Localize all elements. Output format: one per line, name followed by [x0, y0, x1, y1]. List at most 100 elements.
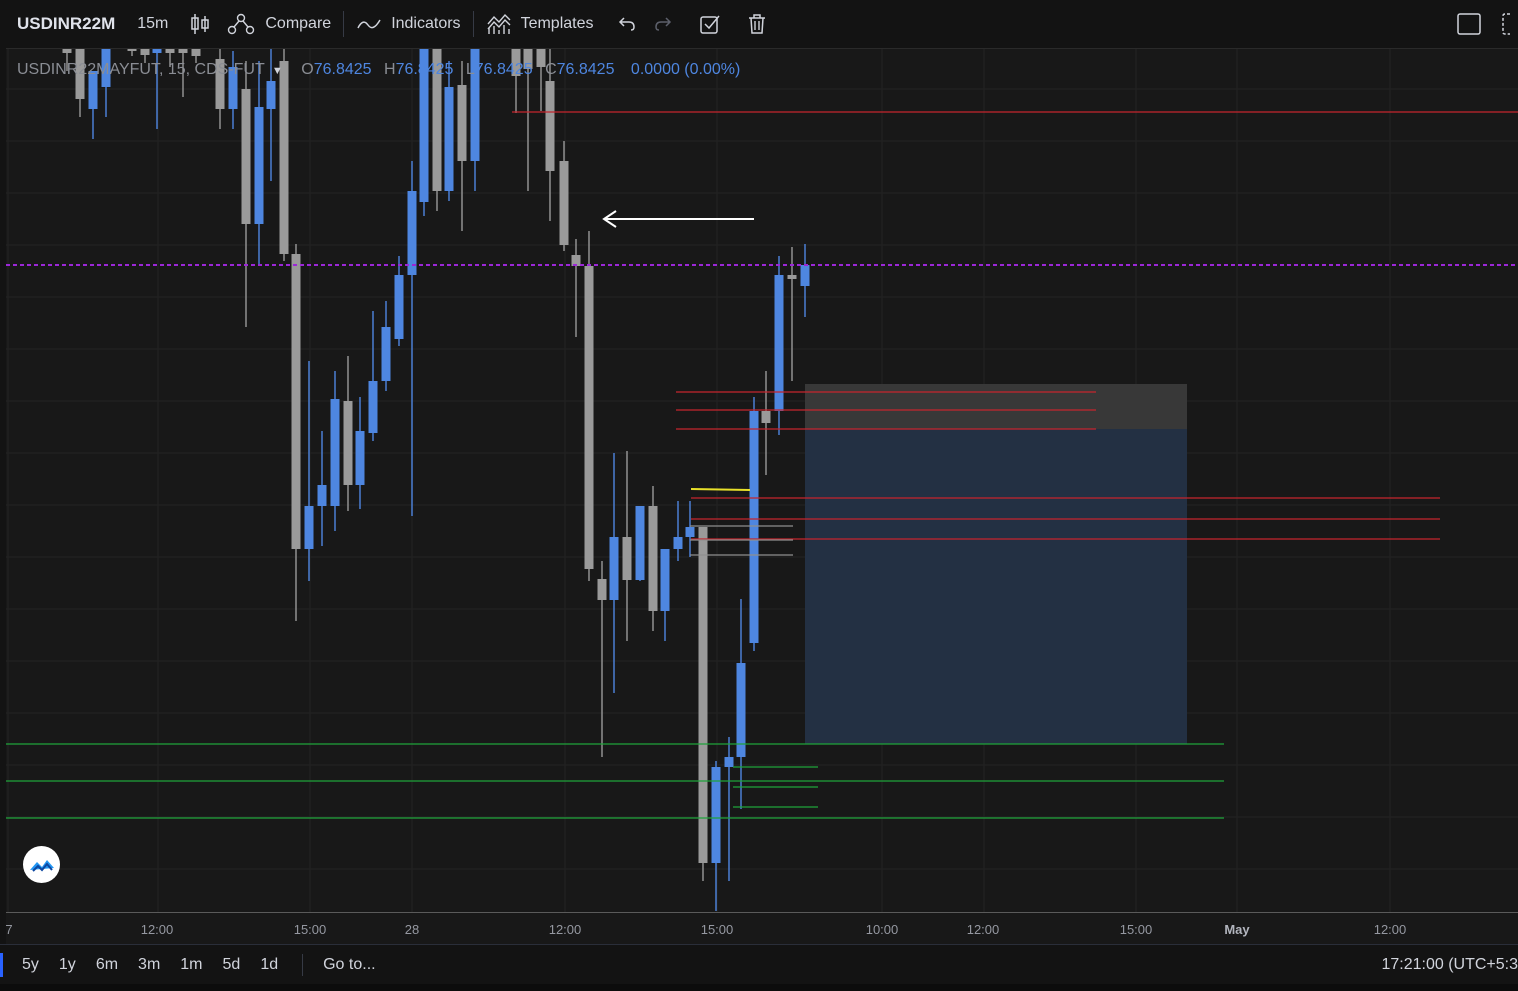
candle-down	[241, 89, 251, 224]
undo-button[interactable]	[617, 14, 637, 34]
candle-up	[660, 549, 670, 611]
candle-down	[622, 537, 632, 580]
short-position-target-zone	[805, 429, 1187, 744]
candle-down	[698, 527, 708, 863]
bottom-divider	[302, 953, 304, 976]
candle-down	[559, 161, 569, 245]
alert-button[interactable]	[699, 13, 721, 35]
price-chart[interactable]	[6, 49, 1518, 912]
yellow-level-line	[690, 488, 751, 491]
candle-down	[343, 401, 353, 485]
candle-down	[597, 579, 607, 600]
snapshot-button[interactable]	[1502, 12, 1518, 36]
candle-down	[191, 49, 201, 56]
chart-type-button[interactable]	[190, 12, 210, 36]
candle-up	[444, 87, 454, 191]
ohlc-legend: USDINR22MAYFUT, 15, CDS-FUT ▼ O 76.8425 H…	[17, 61, 740, 79]
candle-up	[749, 411, 759, 643]
range-button-5d[interactable]: 5d	[223, 956, 241, 974]
range-button-3m[interactable]: 3m	[138, 956, 160, 974]
candle-up	[330, 399, 340, 506]
time-axis-tick: 7	[5, 922, 13, 937]
time-axis-tick: May	[1224, 922, 1250, 937]
toolbar-divider	[343, 11, 345, 37]
interval-button[interactable]: 15m	[137, 15, 168, 33]
templates-label: Templates	[520, 15, 594, 32]
time-axis-tick: 10:00	[865, 922, 899, 937]
tradingview-logo-icon	[29, 859, 54, 872]
time-axis-tick: 28	[404, 922, 420, 937]
candle-down	[127, 49, 137, 51]
time-axis-tick: 12:00	[548, 922, 582, 937]
legend-low: 76.8425	[474, 61, 533, 78]
active-range-marker	[0, 953, 3, 977]
candle-up	[724, 757, 734, 767]
legend-close-key: C	[545, 61, 557, 78]
time-axis-tick: 12:00	[140, 922, 174, 937]
goto-button[interactable]: Go to...	[323, 956, 375, 974]
toolbar-divider	[472, 11, 474, 37]
square-icon	[1457, 13, 1481, 35]
candle-down	[457, 85, 467, 161]
candle-up	[254, 107, 264, 224]
templates-icon	[487, 13, 511, 34]
time-axis-tick: 12:00	[966, 922, 1000, 937]
timezone-clock[interactable]: 17:21:00 (UTC+5:3	[1381, 956, 1518, 974]
time-axis-tick: 12:00	[1373, 922, 1407, 937]
candle-up	[736, 663, 746, 757]
chart-toolbar: USDINR22M 15m Compare Indicators Templat…	[0, 0, 1518, 48]
delete-drawings-button[interactable]	[747, 13, 767, 35]
checkbox-icon	[700, 15, 721, 34]
candle-up	[673, 537, 683, 549]
range-button-6m[interactable]: 6m	[96, 956, 118, 974]
tradingview-logo[interactable]	[23, 846, 60, 883]
candle-up	[355, 431, 365, 485]
legend-high-key: H	[384, 61, 396, 78]
undo-icon	[619, 17, 636, 31]
legend-symbol[interactable]: USDINR22MAYFUT, 15, CDS-FUT	[17, 61, 264, 78]
compare-label: Compare	[265, 15, 332, 32]
indicators-button[interactable]: Indicators	[356, 12, 461, 36]
redo-icon	[655, 17, 672, 31]
candle-up	[381, 327, 391, 381]
candle-down	[787, 275, 797, 279]
fullscreen-button[interactable]	[1456, 12, 1482, 36]
short-position-stop-zone	[805, 384, 1187, 429]
range-button-1m[interactable]: 1m	[180, 956, 202, 974]
legend-close: 76.8425	[556, 61, 615, 78]
legend-low-key: L	[465, 61, 475, 78]
trash-icon	[749, 14, 766, 34]
compare-button[interactable]: Compare	[226, 12, 331, 36]
candles-icon	[191, 14, 210, 34]
candle-down	[165, 49, 175, 53]
chart-pane[interactable]: USDINR22MAYFUT, 15, CDS-FUT ▼ O 76.8425 H…	[6, 48, 1518, 912]
candle-up	[266, 81, 276, 109]
indicators-icon	[357, 19, 381, 29]
range-button-1y[interactable]: 1y	[59, 956, 76, 974]
snapshot-icon	[1502, 13, 1510, 35]
candle-up	[317, 485, 327, 506]
candle-up	[304, 506, 314, 549]
redo-button[interactable]	[653, 14, 673, 34]
time-axis-tick: 15:00	[1119, 922, 1153, 937]
symbol-search-button[interactable]: USDINR22M	[17, 14, 115, 34]
time-axis[interactable]: 7 12:00 15:00 28 12:00 15:00 10:00 12:00 15:00 Ma…	[5, 912, 1518, 944]
time-axis-tick: 15:00	[700, 922, 734, 937]
candle-down	[291, 254, 301, 549]
candle-down	[62, 49, 72, 53]
candle-up	[407, 191, 417, 275]
candle-up	[800, 265, 810, 286]
templates-button[interactable]: Templates	[486, 12, 594, 36]
range-button-5y[interactable]: 5y	[22, 956, 39, 974]
candle-down	[178, 49, 188, 53]
legend-open-key: O	[301, 61, 314, 78]
compare-icon	[228, 13, 255, 35]
candle-down	[140, 49, 150, 55]
time-axis-tick: 15:00	[293, 922, 327, 937]
range-button-1d[interactable]: 1d	[260, 956, 278, 974]
candle-up	[368, 381, 378, 433]
candle-up	[635, 506, 645, 580]
candle-up	[685, 527, 695, 537]
legend-dropdown-icon[interactable]: ▼	[272, 65, 283, 77]
window-edge	[0, 984, 1518, 991]
